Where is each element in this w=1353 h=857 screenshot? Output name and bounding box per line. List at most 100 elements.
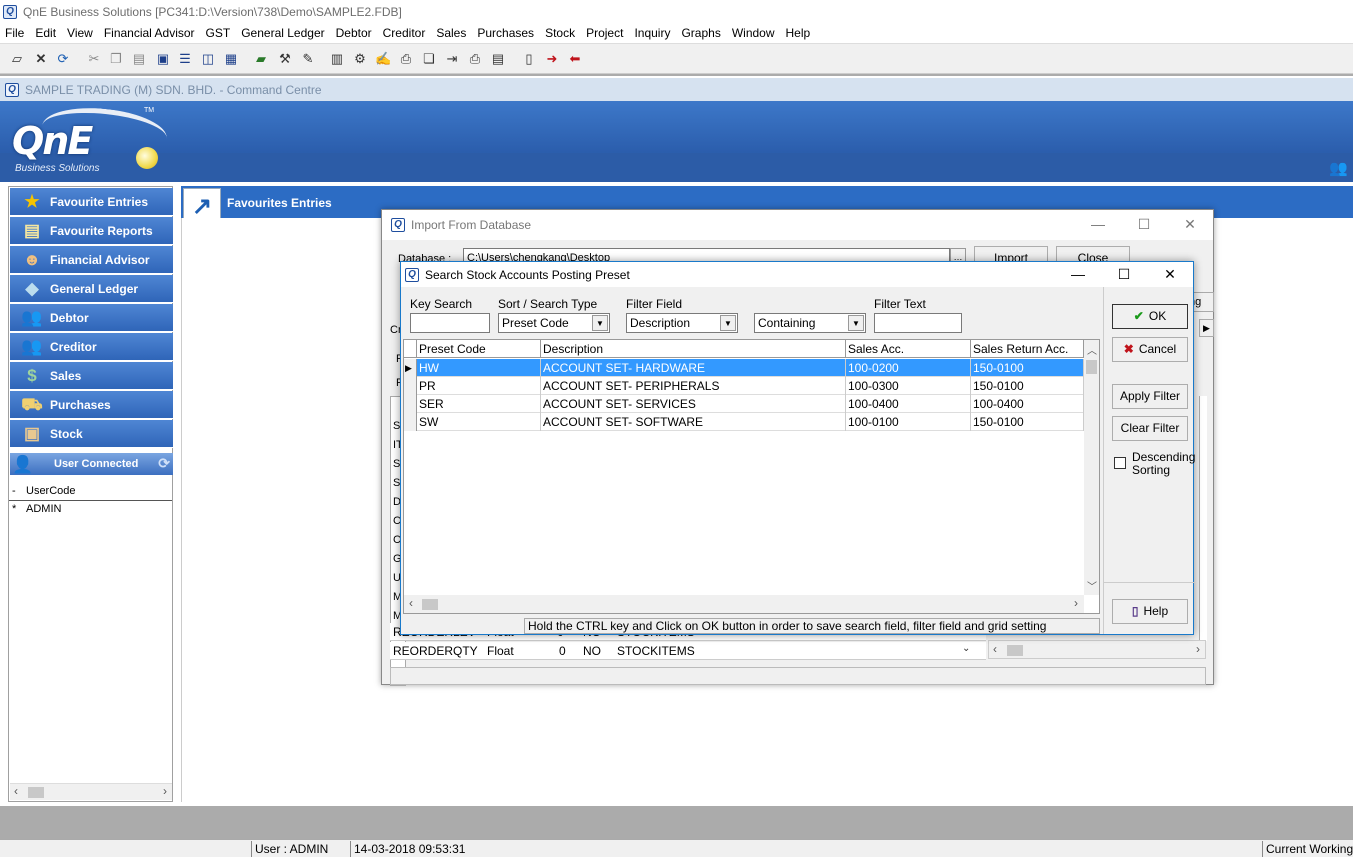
menu-creditor[interactable]: Creditor	[378, 26, 432, 40]
scroll-left-icon[interactable]: ‹	[993, 642, 997, 656]
scroll-thumb[interactable]	[28, 787, 44, 798]
menu-window[interactable]: Window	[727, 26, 781, 40]
cascade-icon[interactable]: ▣	[155, 51, 171, 67]
nav-purchases[interactable]: ⛟ Purchases	[10, 391, 173, 419]
menu-file[interactable]: File	[0, 26, 30, 40]
menu-debtor[interactable]: Debtor	[331, 26, 378, 40]
app-titlebar: Q QnE Business Solutions [PC341:D:\Versi…	[0, 0, 1353, 23]
column-header-sales-return-acc[interactable]: Sales Return Acc.	[971, 340, 1084, 358]
report-icon[interactable]: ▤	[490, 51, 506, 67]
menu-help[interactable]: Help	[781, 26, 817, 40]
menu-project[interactable]: Project	[581, 26, 629, 40]
horizontal-scrollbar[interactable]: ‹ ›	[10, 783, 172, 800]
chevron-down-icon[interactable]: ▼	[848, 315, 864, 331]
cut-icon[interactable]: ✂	[86, 51, 102, 67]
nav-stock[interactable]: ▣ Stock	[10, 420, 173, 448]
horizontal-scrollbar[interactable]: ‹ ›	[404, 595, 1084, 613]
export-icon[interactable]: ⇥	[444, 51, 460, 67]
row-dropdown-icon[interactable]: ⌄	[962, 643, 970, 654]
menu-inquiry[interactable]: Inquiry	[629, 26, 676, 40]
print-preview-icon[interactable]: ⎙	[398, 51, 414, 67]
nav-favourite-reports[interactable]: ▤ Favourite Reports	[10, 217, 173, 245]
nav-debtor[interactable]: 👥 Debtor	[10, 304, 173, 332]
help-button[interactable]: ▯ Help	[1112, 599, 1188, 624]
close-button[interactable]: ✕	[1167, 210, 1213, 240]
table-row[interactable]: SW ACCOUNT SET- SOFTWARE 100-0100 150-01…	[404, 413, 1084, 431]
paste-icon[interactable]: ▤	[131, 51, 147, 67]
scroll-up-icon[interactable]: ︿	[1087, 342, 1097, 357]
menu-sales[interactable]: Sales	[431, 26, 472, 40]
minimize-button[interactable]: —	[1075, 210, 1121, 240]
exit-icon[interactable]: ⬅	[567, 51, 583, 67]
clear-filter-button[interactable]: Clear Filter	[1112, 416, 1188, 441]
wand-icon[interactable]: ✎	[300, 51, 316, 67]
documents-icon[interactable]: ❏	[421, 51, 437, 67]
key-search-input[interactable]	[410, 313, 490, 333]
filter-field-select[interactable]: Description ▼	[626, 313, 738, 333]
scroll-right-icon[interactable]: ›	[1196, 642, 1200, 656]
column-header-preset-code[interactable]: Preset Code	[417, 340, 541, 358]
scroll-right-icon[interactable]: ›	[163, 784, 167, 798]
menu-stock[interactable]: Stock	[540, 26, 581, 40]
descending-sorting-checkbox[interactable]	[1114, 457, 1126, 469]
menu-general-ledger[interactable]: General Ledger	[236, 26, 330, 40]
calculator-icon[interactable]: ▥	[329, 51, 345, 67]
field-row[interactable]: REORDERQTY Float 0 NO STOCKITEMS	[390, 642, 986, 660]
book-icon[interactable]: ▰	[253, 51, 269, 67]
tile-horizontal-icon[interactable]: ☰	[177, 51, 193, 67]
tools-icon[interactable]: ⚒	[277, 51, 293, 67]
cancel-button[interactable]: ✖ Cancel	[1112, 337, 1188, 362]
sort-search-type-select[interactable]: Preset Code ▼	[498, 313, 610, 333]
close-icon[interactable]: ✕	[33, 51, 49, 67]
tab-scroll-right-icon[interactable]: ▶	[1199, 319, 1214, 337]
column-header-sales-acc[interactable]: Sales Acc.	[846, 340, 971, 358]
menu-graphs[interactable]: Graphs	[676, 26, 726, 40]
chevron-down-icon[interactable]: ▼	[592, 315, 608, 331]
apply-filter-button[interactable]: Apply Filter	[1112, 384, 1188, 409]
vertical-scrollbar[interactable]: ︿ ﹀	[1084, 340, 1099, 595]
copy-icon[interactable]: ❐	[108, 51, 124, 67]
scroll-left-icon[interactable]: ‹	[409, 596, 413, 610]
minimize-button[interactable]: —	[1055, 262, 1101, 292]
menu-view[interactable]: View	[62, 26, 99, 40]
settings-doc-icon[interactable]: ⚙	[352, 51, 368, 67]
filter-mode-select[interactable]: Containing ▼	[754, 313, 866, 333]
users-icon[interactable]: 👥	[1329, 159, 1348, 177]
scroll-down-icon[interactable]: ﹀	[1087, 578, 1097, 593]
horizontal-scrollbar[interactable]: ‹ ›	[988, 640, 1206, 659]
ok-button[interactable]: ✔ OK	[1112, 304, 1188, 329]
nav-general-ledger[interactable]: ◆ General Ledger	[10, 275, 173, 303]
maximize-button[interactable]: ☐	[1121, 210, 1167, 240]
scroll-thumb[interactable]	[1007, 645, 1023, 656]
nav-sales[interactable]: $ Sales	[10, 362, 173, 390]
refresh-icon[interactable]: ⟳	[55, 51, 71, 67]
nav-financial-advisor[interactable]: ☻ Financial Advisor	[10, 246, 173, 274]
column-header-description[interactable]: Description	[541, 340, 846, 358]
scroll-left-icon[interactable]: ‹	[14, 784, 18, 798]
menu-purchases[interactable]: Purchases	[472, 26, 540, 40]
user-list-row[interactable]: * ADMIN	[9, 503, 172, 519]
status-datetime: 14-03-2018 09:53:31	[350, 841, 490, 857]
nav-creditor[interactable]: 👥 Creditor	[10, 333, 173, 361]
menu-gst[interactable]: GST	[201, 26, 237, 40]
tile-vertical-icon[interactable]: ◫	[200, 51, 216, 67]
open-folder-icon[interactable]: ▱	[9, 51, 25, 67]
chevron-down-icon[interactable]: ▼	[720, 315, 736, 331]
scroll-thumb[interactable]	[422, 599, 438, 610]
menu-edit[interactable]: Edit	[30, 26, 62, 40]
advisor-icon: ☻	[23, 249, 41, 269]
page-icon[interactable]: ▯	[521, 51, 537, 67]
arrange-icon[interactable]: ▦	[223, 51, 239, 67]
table-row[interactable]: PR ACCOUNT SET- PERIPHERALS 100-0300 150…	[404, 377, 1084, 395]
table-row[interactable]: SER ACCOUNT SET- SERVICES 100-0400 100-0…	[404, 395, 1084, 413]
table-row[interactable]: ▶ HW ACCOUNT SET- HARDWARE 100-0200 150-…	[404, 359, 1084, 377]
nav-favourite-entries[interactable]: ★ Favourite Entries	[10, 188, 173, 216]
scroll-right-icon[interactable]: ›	[1074, 596, 1078, 610]
filter-text-input[interactable]	[874, 313, 962, 333]
printer-icon[interactable]: ⎙	[467, 51, 483, 67]
edit-doc-icon[interactable]: ✍	[375, 51, 391, 67]
menu-financial-advisor[interactable]: Financial Advisor	[99, 26, 201, 40]
refresh-icon[interactable]: ⟳	[158, 455, 170, 472]
logout-icon[interactable]: ➜	[544, 51, 560, 67]
scroll-thumb[interactable]	[1086, 360, 1097, 374]
